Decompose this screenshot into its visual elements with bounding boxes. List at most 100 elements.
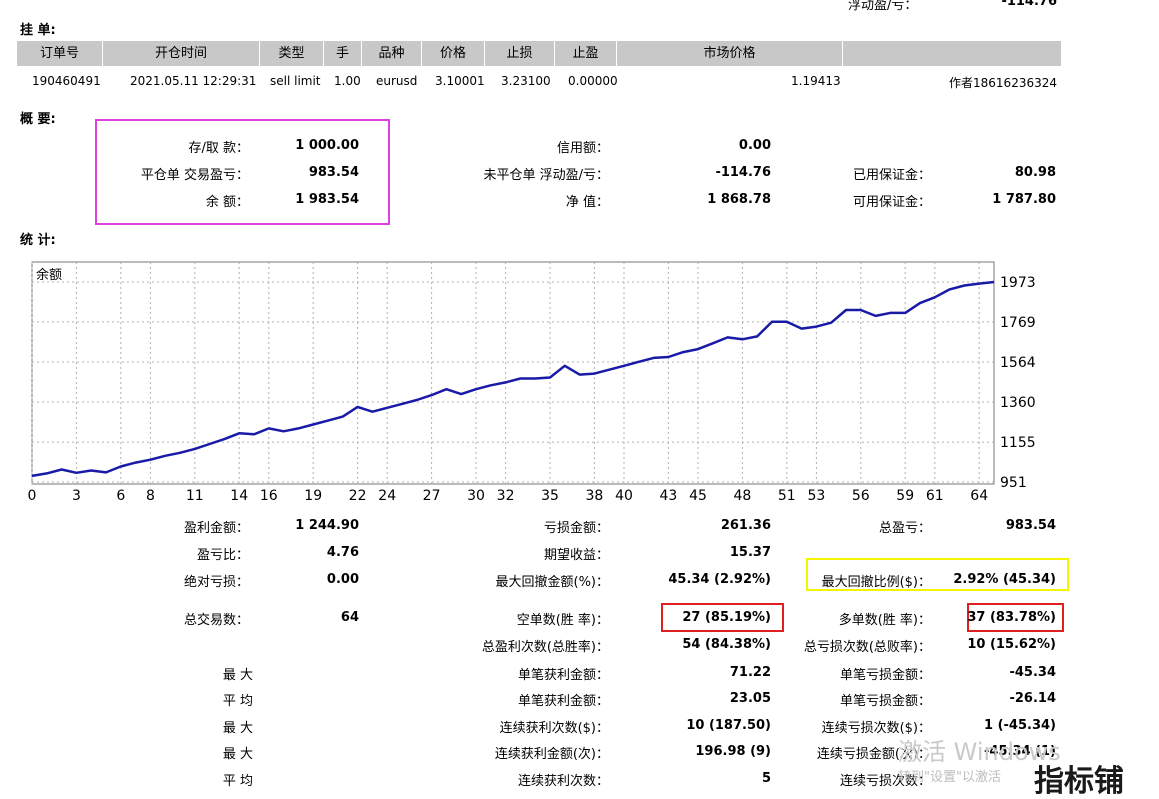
max-consec-wins-label: 连续获利次数($)： [499, 721, 609, 736]
total-trades-value: 64 [340, 610, 359, 625]
row-lots: 1.00 [334, 74, 361, 88]
chart-x-tick-label: 53 [807, 488, 825, 504]
chart-x-tick-label: 22 [349, 488, 367, 504]
chart-plot-area [31, 261, 995, 485]
abs-drawdown-value: 0.00 [326, 572, 359, 587]
equity-label: 净 值： [565, 195, 609, 210]
avg-profit-value: 23.05 [729, 691, 771, 706]
max-label-2: 最 大 [222, 721, 253, 736]
gross-profit-label: 盈利金额： [183, 521, 249, 536]
largest-loss-label: 单笔亏损金额： [839, 668, 931, 683]
col-ticket: 订单号 [17, 41, 103, 66]
total-net-value: 983.54 [1005, 518, 1056, 533]
closed-pl-value: 983.54 [308, 165, 359, 180]
chart-x-tick-label: 51 [778, 488, 796, 504]
col-market-price: 市场价格 [617, 41, 843, 66]
profit-trades-label: 总盈利次数(总胜率)： [481, 640, 609, 655]
profit-trades-value: 54 (84.38%) [682, 637, 771, 652]
row-price: 3.10001 [435, 74, 485, 88]
abs-drawdown-label: 绝对亏损： [183, 575, 249, 590]
col-price: 价格 [422, 41, 485, 66]
chart-x-tick-label: 16 [260, 488, 278, 504]
chart-x-tick-label: 14 [230, 488, 248, 504]
col-symbol: 品种 [362, 41, 422, 66]
col-sl: 止损 [485, 41, 555, 66]
col-lots: 手 [324, 41, 362, 66]
chart-y-tick-label: 1360 [1000, 395, 1036, 411]
chart-x-tick-label: 38 [585, 488, 603, 504]
margin-value: 80.98 [1014, 165, 1056, 180]
chart-x-tick-label: 40 [615, 488, 633, 504]
gross-profit-value: 1 244.90 [295, 518, 359, 533]
row-type: sell limit [270, 74, 321, 88]
credit-value: 0.00 [738, 138, 771, 153]
chart-y-tick-label: 1769 [1000, 315, 1036, 331]
chart-x-tick-label: 61 [926, 488, 944, 504]
col-comment [843, 41, 1061, 66]
site-logo-text: 指标铺 [1034, 764, 1124, 799]
gross-loss-label: 亏损金额： [543, 521, 609, 536]
expected-payoff-label: 期望收益： [543, 548, 609, 563]
chart-x-tick-label: 8 [146, 488, 155, 504]
gross-loss-value: 261.36 [720, 518, 771, 533]
max-label-1: 最 大 [222, 668, 253, 683]
short-trades-label: 空单数(胜 率)： [516, 613, 609, 628]
chart-x-tick-label: 48 [733, 488, 751, 504]
floating-pl-value: -114.76 [1001, 0, 1057, 9]
long-trades-label: 多单数(胜 率)： [838, 613, 931, 628]
profit-factor-value: 4.76 [326, 545, 359, 560]
margin-label: 已用保证金： [852, 168, 931, 183]
stats-section-title: 统 计: [20, 233, 56, 248]
chart-x-tick-label: 19 [304, 488, 322, 504]
row-symbol: eurusd [376, 74, 418, 88]
chart-x-tick-label: 32 [497, 488, 515, 504]
free-margin-value: 1 787.80 [992, 192, 1056, 207]
max-consec-profit-value: 196.98 (9) [695, 744, 771, 759]
chart-y-tick-label: 1155 [1000, 435, 1036, 451]
balance-chart: 余额 951 1155 1360 1564 1769 1973 0 3 6 8 11 14 16 19 2… [28, 261, 1036, 504]
pending-table-header: 订单号 开仓时间 类型 手 品种 价格 止损 止盈 市场价格 [17, 41, 1061, 66]
chart-title: 余额 [36, 267, 62, 283]
loss-trades-label: 总亏损次数(总败率)： [803, 640, 931, 655]
chart-x-tick-label: 27 [423, 488, 441, 504]
avg-label-2: 平 均 [222, 774, 253, 789]
avg-loss-label: 单笔亏损金额： [839, 694, 931, 709]
max-consec-profit-label: 连续获利金额(次)： [494, 747, 609, 762]
chart-x-tick-label: 3 [72, 488, 81, 504]
floating-value: -114.76 [715, 165, 771, 180]
max-consec-wins-value: 10 (187.50) [686, 718, 771, 733]
chart-x-tick-label: 6 [116, 488, 125, 504]
short-trades-value: 27 (85.19%) [682, 610, 771, 625]
avg-profit-label: 单笔获利金额： [517, 694, 609, 709]
floating-pl-label: 浮动盈/亏： [848, 0, 918, 13]
chart-y-tick-label: 1973 [1000, 275, 1036, 291]
row-tp: 0.00000 [568, 74, 618, 88]
chart-x-tick-label: 24 [378, 488, 396, 504]
rel-drawdown-label: 最大回撤比例($)： [821, 575, 931, 590]
largest-profit-label: 单笔获利金额： [517, 668, 609, 683]
row-market-price: 1.19413 [791, 74, 841, 88]
long-trades-value: 37 (83.78%) [967, 610, 1056, 625]
chart-x-tick-label: 56 [852, 488, 870, 504]
chart-y-tick-label: 951 [1000, 475, 1027, 491]
deposit-label: 存/取 款： [188, 141, 249, 156]
chart-x-tick-label: 45 [689, 488, 707, 504]
avg-consec-wins-label: 连续获利次数： [517, 774, 609, 789]
chart-x-tick-label: 0 [28, 488, 36, 504]
floating-label: 未平仓单 浮动盈/亏： [483, 168, 609, 183]
chart-x-ticks: 0 3 6 8 11 14 16 19 22 24 27 30 32 35 38 40 43 45 48 51 53 56… [28, 488, 988, 504]
row-open-time: 2021.05.11 12:29:31 [130, 74, 257, 88]
balance-label: 余 额： [205, 195, 249, 210]
largest-profit-value: 71.22 [729, 665, 771, 680]
loss-trades-value: 10 (15.62%) [967, 637, 1056, 652]
pending-section-title: 挂 单: [20, 23, 56, 38]
total-net-label: 总盈亏： [878, 521, 931, 536]
col-open-time: 开仓时间 [103, 41, 260, 66]
chart-x-tick-label: 11 [186, 488, 204, 504]
summary-section-title: 概 要: [20, 112, 56, 127]
equity-value: 1 868.78 [707, 192, 771, 207]
credit-label: 信用额： [556, 141, 609, 156]
chart-y-ticks: 951 1155 1360 1564 1769 1973 [1000, 275, 1036, 491]
avg-label-1: 平 均 [222, 694, 253, 709]
max-consec-losses-value: 1 (-45.34) [984, 718, 1056, 733]
